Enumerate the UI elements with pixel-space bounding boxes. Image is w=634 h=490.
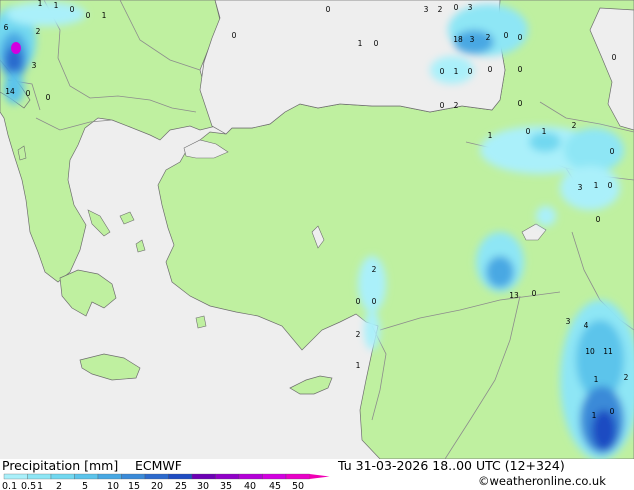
map-footer: Precipitation [mm] ECMWF Tu 31-03-2026 1… [0,458,634,490]
precip-value-label: 3 [468,3,473,12]
legend-tick-label: 0.5 [21,481,36,490]
precip-value-label: 0 [596,215,601,224]
precip-value-label: 1 [454,67,459,76]
legend-swatch [74,473,99,480]
precip-value-label: 6 [4,23,9,32]
precip-value-label: 1 [38,0,43,8]
precip-value-label: 2 [486,33,491,42]
legend-swatch [50,473,75,480]
precip-value-label: 1 [594,181,599,190]
precip-value-label: 2 [356,330,361,339]
precip-value-label: 2 [572,121,577,130]
legend-tick-label: 30 [197,481,209,490]
legend-tick-label: 10 [107,481,119,490]
precip-value-label: 0 [518,65,523,74]
legend-swatch [285,473,310,480]
precip-value-label: 0 [356,297,361,306]
legend-tick-label: 25 [175,481,187,490]
precip-value-label: 0 [372,297,377,306]
precip-value-label: 0 [526,127,531,136]
legend-swatch [27,473,52,480]
legend-tick-label: 45 [269,481,281,490]
precip-value-label: 0 [504,31,509,40]
precip-value-label: 3 [424,5,429,14]
legend-tick-label: 5 [82,481,88,490]
precip-value-label: 0 [326,5,331,14]
precip-value-label: 0 [232,31,237,40]
legend-swatch [144,473,169,480]
precip-value-label: 0 [518,99,523,108]
precip-value-label: 3 [470,35,475,44]
island-rhodes [195,315,207,329]
precip-value-label: 0 [46,93,51,102]
legend-swatch [97,473,122,480]
precip-value-label: 2 [624,373,629,382]
legend-tick-label: 50 [292,481,304,490]
color-scale-legend: 0.1 0.5 1 2 5 10 15 20 25 30 35 40 45 50 [2,473,330,490]
precip-value-label: 1 [542,127,547,136]
precipitation-map: 1 1 0 1 6 2 3 14 0 0 0 0 3 2 0 3 18 3 2 0 0 0 1 0 0 0 0 0 1 0 0 2 2 1 0 1 0 3… [0,0,634,460]
legend-tick-label: 15 [128,481,140,490]
legend-tick-label: 2 [56,481,62,490]
precip-value-label: 0 [610,147,615,156]
legend-swatch [262,473,287,480]
precip-value-label: 4 [584,321,589,330]
precip-value-label: 0 [374,39,379,48]
precip-value-label: 1 [592,411,597,420]
valid-datetime: Tu 31-03-2026 18..00 UTC (12+324) [338,458,565,473]
credit: ©weatheronline.co.uk [478,474,606,488]
precip-value-label: 13 [509,291,519,300]
precip-value-label: 0 [612,53,617,62]
precip-value-label: 2 [372,265,377,274]
legend-tick-label: 40 [244,481,256,490]
precip-value-label: 18 [453,35,463,44]
legend-swatch [191,473,216,480]
precip-value-label: 2 [454,101,459,110]
precip-value-label: 1 [102,11,107,20]
legend-swatch [168,473,193,480]
legend-tick-label: 35 [220,481,232,490]
precip-value-label: 0 [454,3,459,12]
legend-swatch [215,473,240,480]
legend-tick-label: 1 [37,481,43,490]
precip-value-label: 0 [608,181,613,190]
precip-value-label: 0 [440,67,445,76]
precip-value-label: 10 [585,347,595,356]
precip-value-label: 1 [594,375,599,384]
legend-swatch [121,473,146,480]
legend-swatch [3,473,28,480]
precip-value-label: 3 [566,317,571,326]
precip-value-label: 14 [5,87,15,96]
map-title: Precipitation [mm] [2,458,119,473]
precip-max-core [11,42,21,54]
legend-tick-label: 0.1 [2,481,17,490]
precip-value-label: 0 [440,101,445,110]
precip-value-label: 0 [518,33,523,42]
legend-tick-label: 20 [151,481,163,490]
legend-swatch [238,473,263,480]
precip-value-label: 0 [488,65,493,74]
precip-value-label: 1 [356,361,361,370]
precip-value-label: 2 [438,5,443,14]
precip-value-label: 2 [36,27,41,36]
precip-value-label: 0 [86,11,91,20]
precip-value-label: 0 [468,67,473,76]
precip-value-label: 1 [488,131,493,140]
precip-value-label: 1 [54,1,59,10]
precip-value-label: 0 [26,89,31,98]
precip-value-label: 3 [578,183,583,192]
legend-overflow-arrow [309,474,330,479]
precip-value-label: 0 [532,289,537,298]
precip-value-label: 3 [32,61,37,70]
model-name: ECMWF [135,458,182,473]
precip-value-label: 1 [358,39,363,48]
precip-value-label: 0 [70,5,75,14]
precip-value-label: 0 [610,407,615,416]
precip-value-label: 11 [603,347,613,356]
